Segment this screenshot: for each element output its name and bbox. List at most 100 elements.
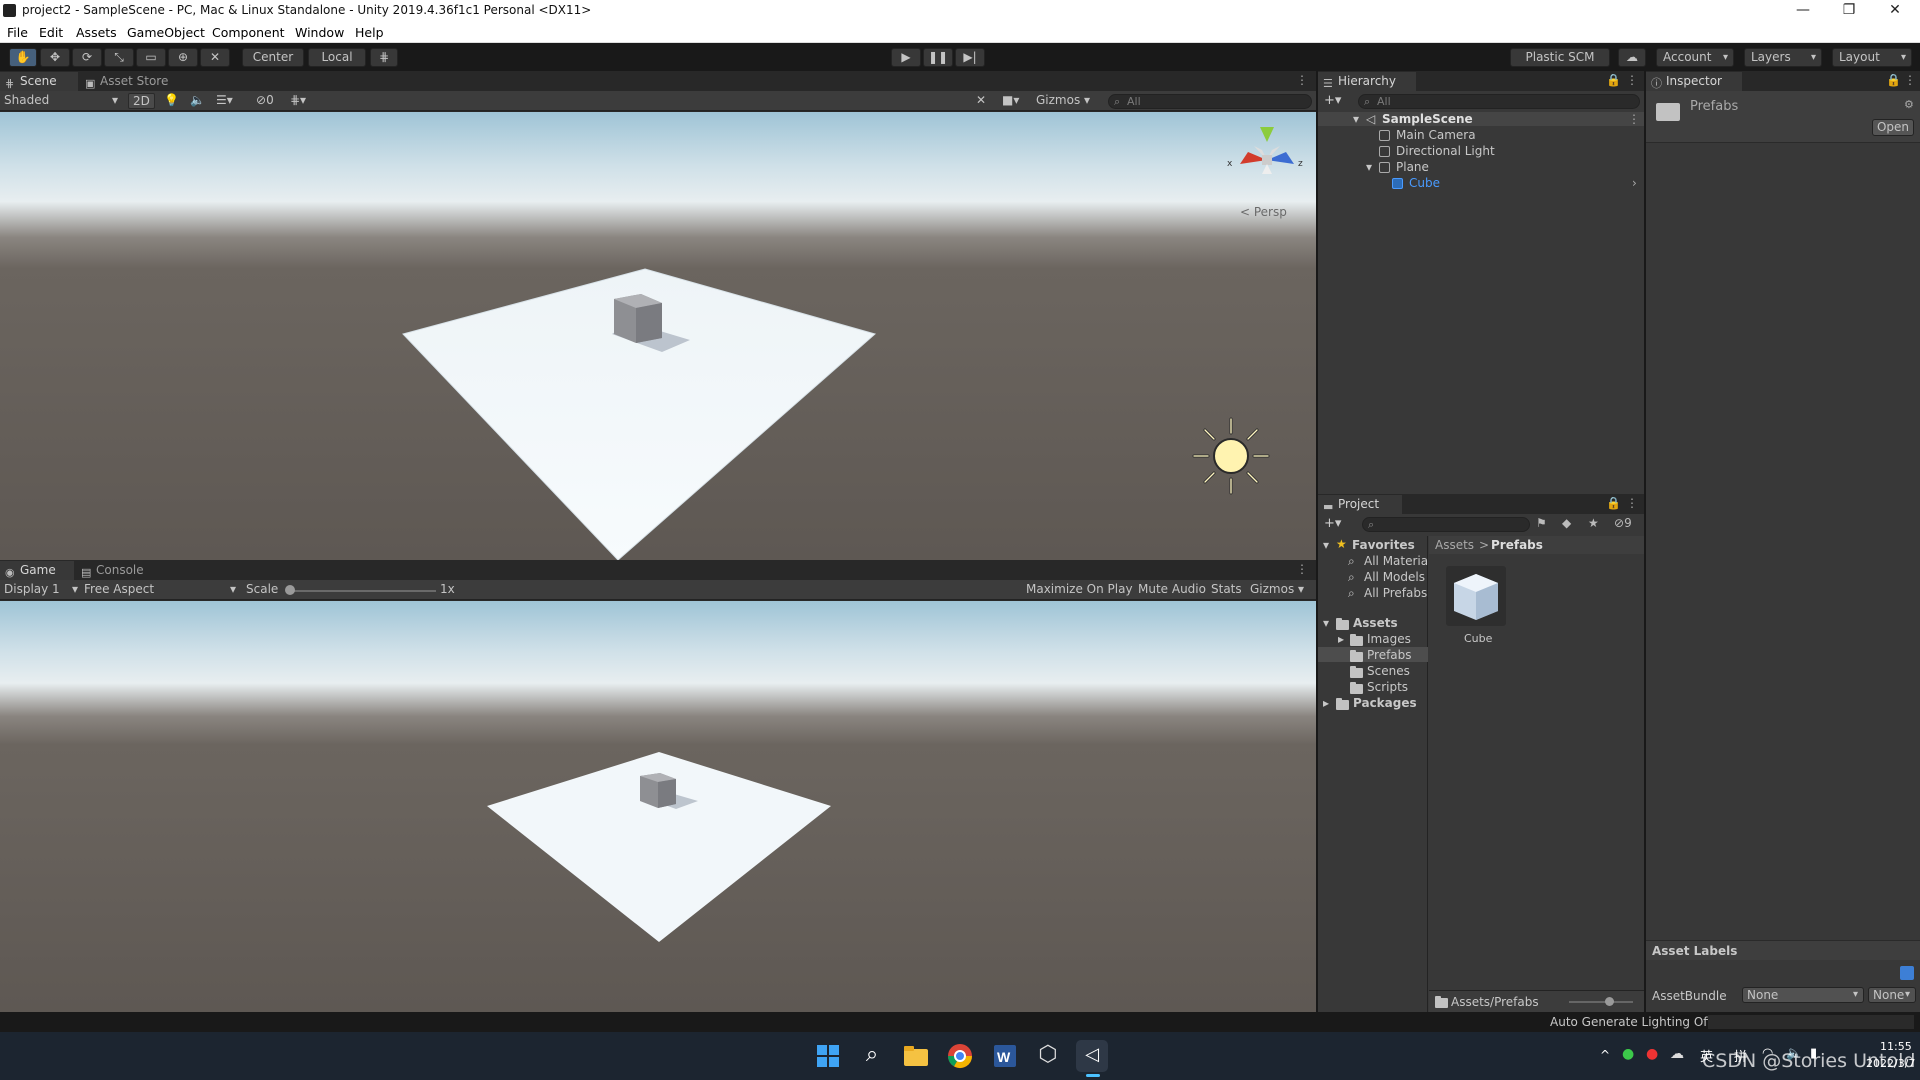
assetbundle-dropdown[interactable]: None bbox=[1742, 987, 1864, 1003]
game-viewport[interactable] bbox=[0, 601, 1316, 1012]
scene-options-icon[interactable]: ⋮ bbox=[1628, 112, 1640, 126]
folder-images[interactable]: Images bbox=[1367, 632, 1411, 646]
mute-audio-toggle[interactable]: Mute Audio bbox=[1138, 582, 1206, 598]
menu-gameobject[interactable]: GameObject bbox=[127, 25, 205, 40]
hierarchy-item-main-camera[interactable]: Main Camera bbox=[1396, 128, 1476, 142]
inspector-settings-gear-icon[interactable]: ⚙ bbox=[1904, 98, 1914, 111]
search-by-label-icon[interactable]: ◆ bbox=[1562, 516, 1571, 530]
step-button[interactable]: ▶| bbox=[955, 48, 985, 67]
wechat-icon[interactable]: ● bbox=[1622, 1046, 1634, 1062]
hierarchy-lock-icon[interactable]: 🔒 bbox=[1606, 73, 1621, 87]
search-taskbar-icon[interactable]: ⌕ bbox=[856, 1040, 888, 1072]
grid-snap-button[interactable]: ⋕ bbox=[370, 48, 398, 67]
favorite-all-prefabs[interactable]: All Prefabs bbox=[1364, 586, 1427, 600]
hidden-packages-icon[interactable]: ⊘9 bbox=[1614, 516, 1632, 530]
images-expand-icon[interactable]: ▸ bbox=[1338, 632, 1344, 646]
rect-tool-button[interactable]: ▭ bbox=[136, 48, 166, 67]
tray-chevron-icon[interactable]: ^ bbox=[1600, 1048, 1610, 1062]
hidden-objects-icon[interactable]: ⊘0 bbox=[256, 93, 274, 109]
label-tag-icon[interactable] bbox=[1900, 966, 1914, 980]
packages-expand-icon[interactable]: ▸ bbox=[1323, 696, 1329, 710]
game-menu-icon[interactable]: ⋮ bbox=[1296, 562, 1308, 576]
tab-hierarchy[interactable]: ☰ Hierarchy bbox=[1318, 72, 1416, 91]
inspector-menu-icon[interactable]: ⋮ bbox=[1904, 73, 1916, 87]
asset-tile-cube[interactable] bbox=[1446, 566, 1506, 626]
hierarchy-item-plane[interactable]: Plane bbox=[1396, 160, 1429, 174]
maximize-on-play-toggle[interactable]: Maximize On Play bbox=[1026, 582, 1133, 598]
scene-expand-icon[interactable]: ▾ bbox=[1353, 112, 1359, 126]
game-gizmos-dropdown[interactable]: Gizmos ▾ bbox=[1250, 582, 1304, 598]
folder-scenes[interactable]: Scenes bbox=[1367, 664, 1410, 678]
project-lock-icon[interactable]: 🔒 bbox=[1606, 496, 1621, 510]
pivot-local-button[interactable]: Local bbox=[308, 48, 366, 67]
assets-expand-icon[interactable]: ▾ bbox=[1323, 616, 1329, 630]
play-button[interactable]: ▶ bbox=[891, 48, 921, 67]
pause-button[interactable]: ❚❚ bbox=[923, 48, 953, 67]
cloud-icon[interactable]: ☁ bbox=[1618, 48, 1646, 67]
hierarchy-menu-icon[interactable]: ⋮ bbox=[1626, 73, 1638, 87]
hierarchy-item-cube[interactable]: Cube bbox=[1409, 176, 1440, 190]
tab-scene[interactable]: ⋕ Scene bbox=[0, 72, 78, 91]
breadcrumb-assets[interactable]: Assets bbox=[1435, 538, 1474, 552]
breadcrumb-prefabs[interactable]: Prefabs bbox=[1491, 538, 1543, 552]
menu-edit[interactable]: Edit bbox=[39, 25, 63, 40]
tab-project[interactable]: ▬ Project bbox=[1318, 495, 1402, 514]
tab-inspector[interactable]: ⓘ Inspector bbox=[1646, 72, 1742, 91]
grid-toggle-icon[interactable]: ⋕▾ bbox=[290, 93, 306, 109]
prefab-open-chevron-icon[interactable]: › bbox=[1632, 176, 1637, 190]
transform-tool-button[interactable]: ⊕ bbox=[168, 48, 198, 67]
gizmos-dropdown[interactable]: Gizmos ▾ bbox=[1036, 93, 1090, 109]
tools-icon[interactable]: ✕ bbox=[976, 93, 986, 109]
unity-hub-icon[interactable]: ⬡ bbox=[1032, 1040, 1064, 1072]
pivot-center-button[interactable]: Center bbox=[242, 48, 304, 67]
close-button[interactable]: ✕ bbox=[1872, 0, 1918, 22]
layers-dropdown[interactable]: Layers bbox=[1744, 48, 1822, 67]
scene-viewport[interactable]: x z < Persp bbox=[0, 112, 1316, 560]
hand-tool-button[interactable]: ✋ bbox=[9, 48, 37, 67]
menu-assets[interactable]: Assets bbox=[76, 25, 117, 40]
aspect-dropdown[interactable]: Free Aspect ▾ bbox=[84, 582, 236, 598]
project-add-button[interactable]: +▾ bbox=[1324, 516, 1341, 531]
directional-light-icon[interactable] bbox=[1186, 411, 1276, 501]
hierarchy-add-button[interactable]: +▾ bbox=[1324, 93, 1341, 108]
assets-folder-label[interactable]: Assets bbox=[1353, 616, 1398, 630]
favorite-star-icon[interactable]: ★ bbox=[1588, 516, 1599, 530]
project-menu-icon[interactable]: ⋮ bbox=[1626, 496, 1638, 510]
plastic-scm-button[interactable]: Plastic SCM bbox=[1510, 48, 1610, 67]
custom-tool-button[interactable]: ✕ bbox=[200, 48, 230, 67]
scale-tool-button[interactable]: ⤡ bbox=[104, 48, 134, 67]
icon-size-slider-thumb[interactable] bbox=[1605, 997, 1614, 1006]
plane-expand-icon[interactable]: ▾ bbox=[1366, 160, 1372, 174]
account-dropdown[interactable]: Account bbox=[1656, 48, 1734, 67]
windows-start-icon[interactable] bbox=[812, 1040, 844, 1072]
stats-toggle[interactable]: Stats bbox=[1211, 582, 1242, 598]
display-dropdown[interactable]: Display 1 ▾ bbox=[4, 582, 78, 598]
scene-search-input[interactable]: All bbox=[1108, 94, 1312, 109]
project-search-input[interactable] bbox=[1362, 517, 1530, 532]
favorite-all-materials[interactable]: All Materia bbox=[1364, 554, 1428, 568]
move-tool-button[interactable]: ✥ bbox=[40, 48, 70, 67]
audio-toggle-icon[interactable]: 🔈 bbox=[190, 93, 205, 109]
toggle-2d-button[interactable]: 2D bbox=[128, 93, 155, 109]
menu-component[interactable]: Component bbox=[212, 25, 285, 40]
favorites-expand-icon[interactable]: ▾ bbox=[1323, 538, 1329, 552]
icon-size-slider[interactable] bbox=[1569, 1001, 1633, 1003]
menu-window[interactable]: Window bbox=[295, 25, 344, 40]
hierarchy-item-directional-light[interactable]: Directional Light bbox=[1396, 144, 1495, 158]
favorite-all-models[interactable]: All Models bbox=[1364, 570, 1425, 584]
tab-asset-store[interactable]: ▣ Asset Store bbox=[80, 72, 180, 91]
maximize-button[interactable]: ❐ bbox=[1826, 0, 1872, 22]
shading-dropdown[interactable]: Shaded ▾ bbox=[4, 93, 118, 109]
word-icon[interactable]: W bbox=[988, 1040, 1020, 1072]
file-explorer-icon[interactable] bbox=[900, 1040, 932, 1072]
open-button[interactable]: Open bbox=[1872, 119, 1914, 136]
menu-file[interactable]: File bbox=[7, 25, 28, 40]
minimize-button[interactable]: — bbox=[1780, 0, 1826, 22]
lighting-toggle-icon[interactable]: 💡 bbox=[164, 93, 179, 109]
orientation-gizmo[interactable]: x z bbox=[1222, 122, 1312, 212]
assetbundle-variant-dropdown[interactable]: None bbox=[1868, 987, 1916, 1003]
rotate-tool-button[interactable]: ⟳ bbox=[72, 48, 102, 67]
scene-menu-icon[interactable]: ⋮ bbox=[1296, 73, 1308, 87]
tray-app-icon[interactable]: ● bbox=[1646, 1046, 1658, 1062]
folder-scripts[interactable]: Scripts bbox=[1367, 680, 1408, 694]
